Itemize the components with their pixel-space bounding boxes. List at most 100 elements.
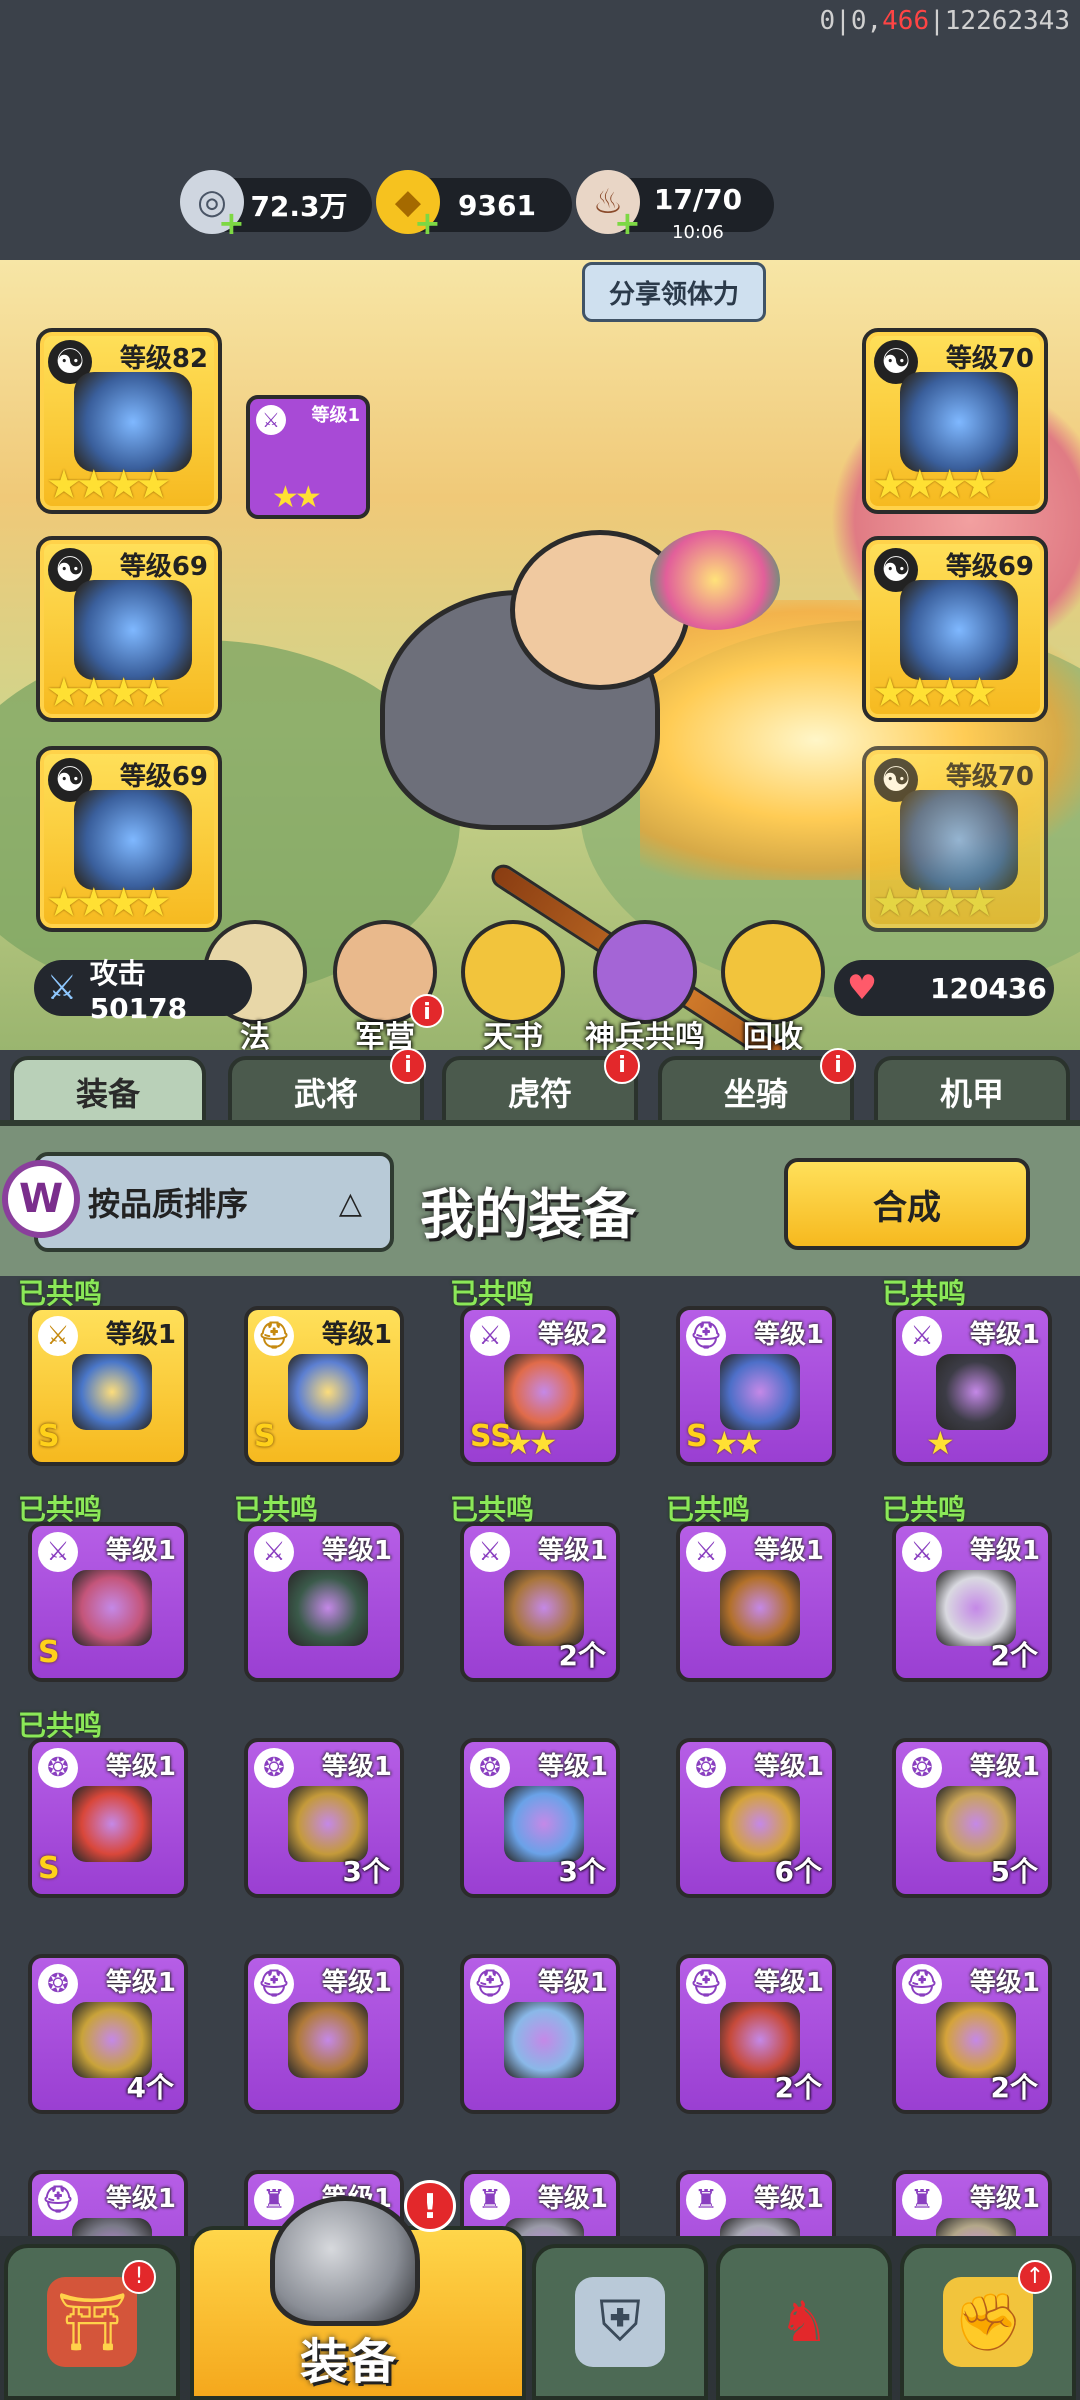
hub-button-heavenly-book[interactable]: 天书	[458, 920, 568, 1050]
hub-button-barracks[interactable]: 军营 i	[330, 920, 444, 1050]
item-level: 等级2	[537, 1320, 608, 1350]
item-art	[72, 1786, 152, 1862]
equipment-item[interactable]: ❂ 等级1 4个	[28, 1954, 188, 2114]
equipment-item[interactable]: ⛑ 等级1 2个	[676, 1954, 836, 2114]
equipped-slot-4[interactable]: ☯ 等级70 ★★★★	[862, 328, 1048, 514]
gold-resource[interactable]: ◆ 9361 +	[376, 170, 572, 242]
equipment-item[interactable]: ❂ 等级1 6个	[676, 1738, 836, 1898]
hub-button-recycle[interactable]: 回收	[718, 920, 828, 1050]
notification-badge: i	[390, 1048, 426, 1084]
item-count: 4个	[126, 2071, 174, 2104]
add-gold-icon[interactable]: +	[414, 204, 441, 242]
notification-badge: i	[604, 1048, 640, 1084]
sort-by-quality-button[interactable]: 按品质排序 △	[34, 1152, 394, 1252]
page-title: 我的装备	[420, 1183, 636, 1246]
tab-mecha[interactable]: 机甲	[874, 1056, 1070, 1128]
equipment-item[interactable]: ⚔ 等级1	[676, 1522, 836, 1682]
equipment-item[interactable]: ⚔ 等级1 S	[28, 1522, 188, 1682]
synthesize-button[interactable]: 合成	[784, 1158, 1030, 1250]
tab-generals[interactable]: 武将 i	[228, 1048, 426, 1128]
shield-swords-icon: ⛨	[575, 2277, 665, 2367]
equipment-item[interactable]: ⚔ 等级2 SS ★★	[460, 1306, 620, 1466]
equipped-slot-3[interactable]: ☯ 等级69 ★★★★	[36, 746, 222, 932]
equipment-item[interactable]: ❂ 等级1 3个	[244, 1738, 404, 1898]
cauldron-icon	[721, 920, 825, 1024]
equipment-art	[900, 372, 1018, 472]
equipment-item[interactable]: ⚔ 等级1	[244, 1522, 404, 1682]
item-level: 等级1	[537, 2184, 608, 2214]
silver-resource[interactable]: ◎ 72.3万 +	[180, 170, 372, 242]
equipment-art	[900, 790, 1018, 890]
item-art	[504, 2002, 584, 2078]
item-grade: S	[38, 1635, 60, 1670]
attack-stat: ⚔ 攻击 50178	[34, 957, 252, 1025]
sword-icon: ⚔	[254, 1532, 294, 1572]
equipped-slot-weapon[interactable]: ☯ 等级82 ★★★★	[36, 328, 222, 514]
sword-icon: ⚔	[902, 1316, 942, 1356]
armor-icon: ♜	[254, 2180, 294, 2220]
nav-equipment-label: 装备	[300, 2334, 397, 2390]
equipment-item[interactable]: ⛑ 等级1 2个	[892, 1954, 1052, 2114]
nav-shop[interactable]: ⛩ !	[4, 2244, 180, 2400]
equipped-slot-6[interactable]: ☯ 等级70 ★★★★	[862, 746, 1048, 932]
item-art	[720, 1570, 800, 1646]
helmet-icon: ⛑	[686, 1964, 726, 2004]
nav-upgrade[interactable]: ✊ ↑	[900, 2244, 1076, 2400]
share-for-stamina-button[interactable]: 分享领体力	[582, 262, 766, 322]
sword-icon: ⚔	[46, 968, 78, 1008]
equipment-item[interactable]: ⛑ 等级1	[244, 1954, 404, 2114]
equipped-slot-5[interactable]: ☯ 等级69 ★★★★	[862, 536, 1048, 722]
tab-equipment[interactable]: 装备	[10, 1056, 206, 1128]
item-level: 等级1	[969, 1968, 1040, 1998]
nav-gacha[interactable]: ♞	[716, 2244, 892, 2400]
helmet-icon: ⛑	[902, 1964, 942, 2004]
item-level: 等级1	[753, 2184, 824, 2214]
armor-icon: ♜	[686, 2180, 726, 2220]
hero-scene: ☯ 等级82 ★★★★ ☯ 等级69 ★★★★ ☯ 等级69 ★★★★ ⚔ 等级…	[0, 260, 1080, 1050]
scroll-icon	[461, 920, 565, 1024]
amulet-icon: ❂	[686, 1748, 726, 1788]
item-art	[288, 1570, 368, 1646]
item-level: 等级1	[753, 1320, 824, 1350]
equipment-item[interactable]: ⛑ 等级1 S ★★	[676, 1306, 836, 1466]
stamina-resource[interactable]: ♨ 17/70 10:06 +	[576, 170, 774, 243]
item-level: 等级1	[321, 1320, 392, 1350]
item-count: 2个	[990, 2071, 1038, 2104]
tab-mounts[interactable]: 坐骑 i	[658, 1048, 856, 1128]
item-level: 等级1	[321, 1968, 392, 1998]
equipment-item[interactable]: ⛑ 等级1	[460, 1954, 620, 2114]
item-count: 5个	[990, 1855, 1038, 1888]
equipment-item[interactable]: ♜ 等级1	[676, 2170, 836, 2236]
equipment-item[interactable]: ⛑ 等级1	[28, 2170, 188, 2236]
hub-button-weapon-resonance[interactable]: 神兵共鸣	[585, 920, 705, 1050]
add-silver-icon[interactable]: +	[218, 204, 245, 242]
sword-icon: ⚔	[686, 1532, 726, 1572]
equipment-item[interactable]: ❂ 等级1 S	[28, 1738, 188, 1898]
item-count: 3个	[558, 1855, 606, 1888]
add-stamina-icon[interactable]: +	[614, 204, 641, 242]
item-level: 等级1	[105, 1968, 176, 1998]
item-art	[720, 1354, 800, 1430]
equipment-item[interactable]: ⛑ 等级1 S	[244, 1306, 404, 1466]
equipment-item[interactable]: ⚔ 等级1 S	[28, 1306, 188, 1466]
item-level: 等级1	[753, 1968, 824, 1998]
item-level: 等级1	[105, 2184, 176, 2214]
sword-icon: ⚔	[38, 1532, 78, 1572]
equipment-item[interactable]: ⚔ 等级1 2个	[460, 1522, 620, 1682]
tab-tiger-tally[interactable]: 虎符 i	[442, 1048, 640, 1128]
amulet-icon: ❂	[254, 1748, 294, 1788]
item-art	[72, 1570, 152, 1646]
nav-battle[interactable]: ⛨	[532, 2244, 708, 2400]
equipment-item[interactable]: ❂ 等级1 5个	[892, 1738, 1052, 1898]
resonance-icon	[593, 920, 697, 1024]
item-art	[720, 2218, 800, 2236]
sword-icon: ⚔	[902, 1532, 942, 1572]
notification-badge: i	[820, 1048, 856, 1084]
equipped-slot-2[interactable]: ☯ 等级69 ★★★★	[36, 536, 222, 722]
linked-equipment-slot[interactable]: ⚔ 等级1 ★★	[246, 395, 370, 519]
equipment-item[interactable]: ♜ 等级1	[892, 2170, 1052, 2236]
top-bar: 0|0,466|12262343 ◎ 72.3万 + ◆ 9361 + ♨ 17…	[0, 0, 1080, 260]
equipment-item[interactable]: ❂ 等级1 3个	[460, 1738, 620, 1898]
equipment-item[interactable]: ⚔ 等级1 2个	[892, 1522, 1052, 1682]
equipment-item[interactable]: ⚔ 等级1 ★	[892, 1306, 1052, 1466]
